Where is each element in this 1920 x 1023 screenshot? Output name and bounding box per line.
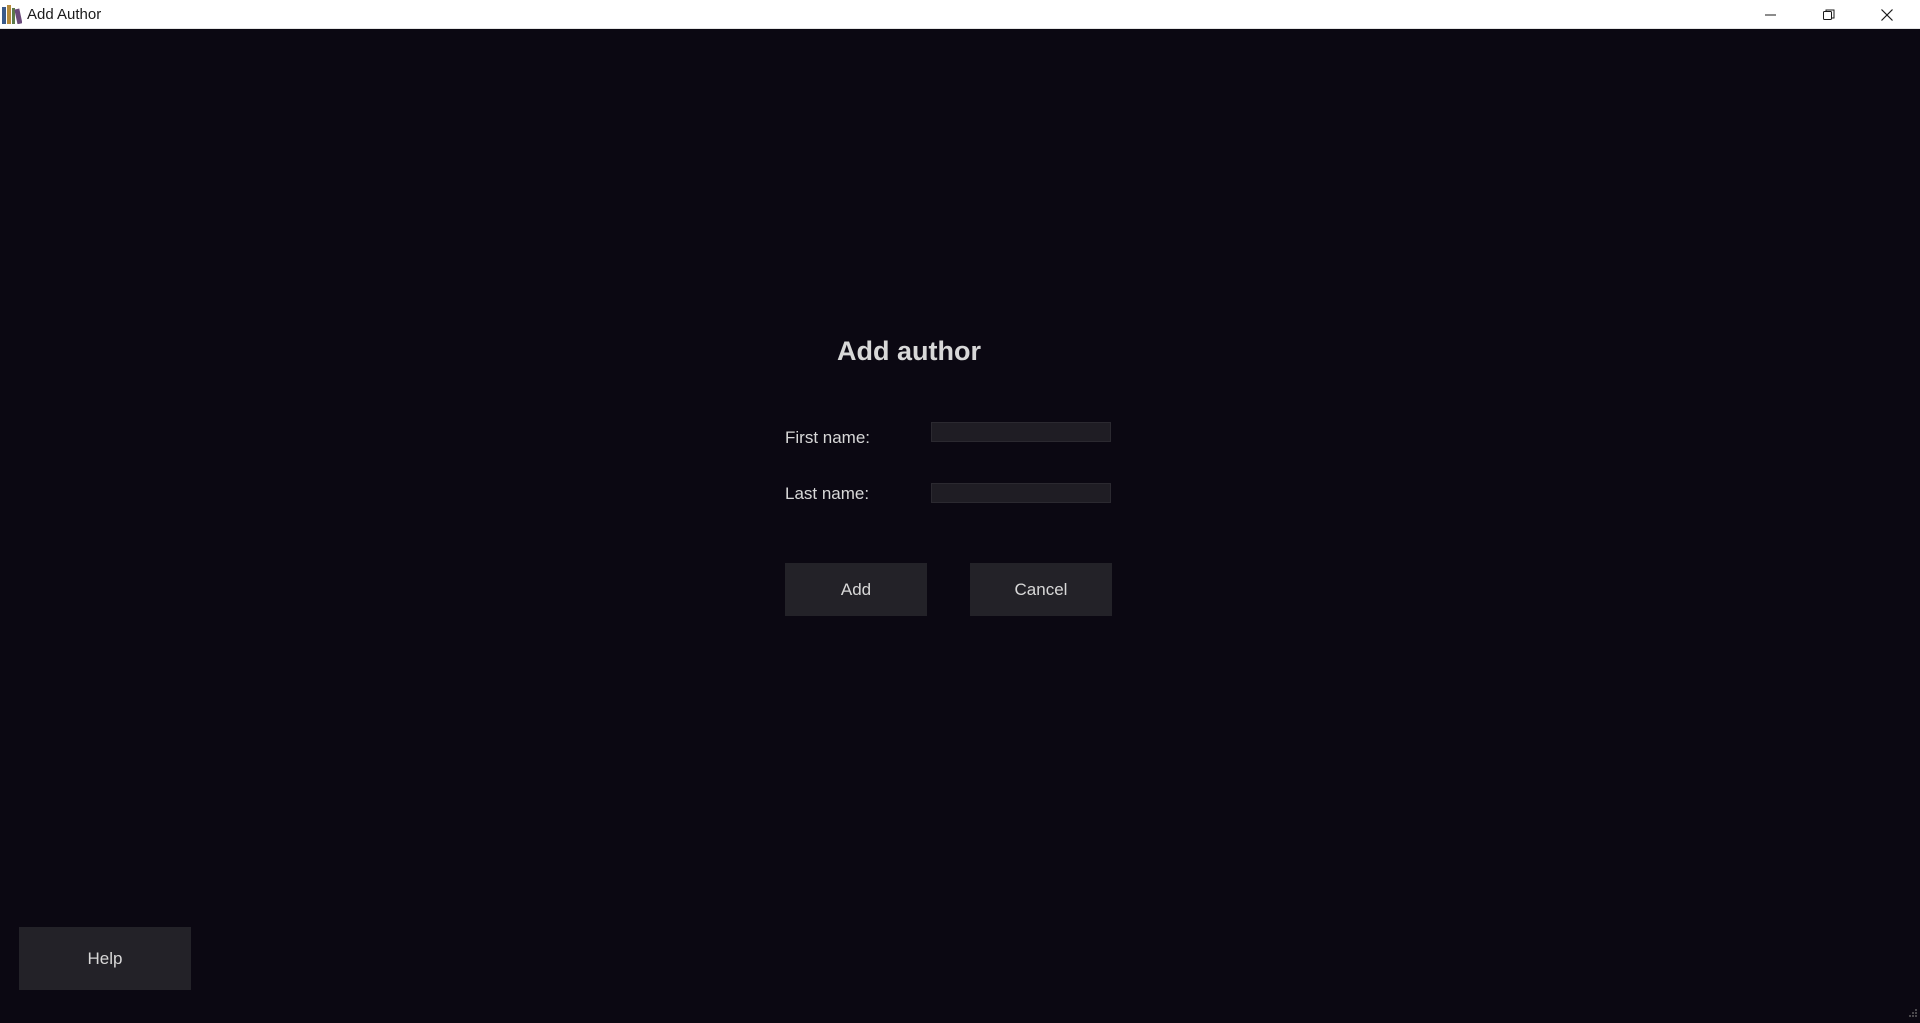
page-title: Add author [837, 336, 981, 367]
minimize-button[interactable] [1742, 0, 1800, 29]
close-button[interactable] [1858, 0, 1916, 29]
window-titlebar[interactable]: Add Author [0, 0, 1920, 29]
resize-grip-icon[interactable] [1908, 1005, 1918, 1015]
books-icon [2, 5, 22, 24]
help-button[interactable]: Help [19, 927, 191, 990]
first-name-label: First name: [785, 428, 870, 448]
window-title: Add Author [27, 6, 101, 23]
cancel-button[interactable]: Cancel [970, 563, 1112, 616]
restore-button[interactable] [1800, 0, 1858, 29]
last-name-label: Last name: [785, 484, 869, 504]
close-icon [1881, 9, 1893, 21]
add-button[interactable]: Add [785, 563, 927, 616]
restore-icon [1823, 9, 1835, 21]
minimize-icon [1765, 9, 1777, 21]
first-name-input[interactable] [931, 422, 1111, 442]
last-name-input[interactable] [931, 483, 1111, 503]
